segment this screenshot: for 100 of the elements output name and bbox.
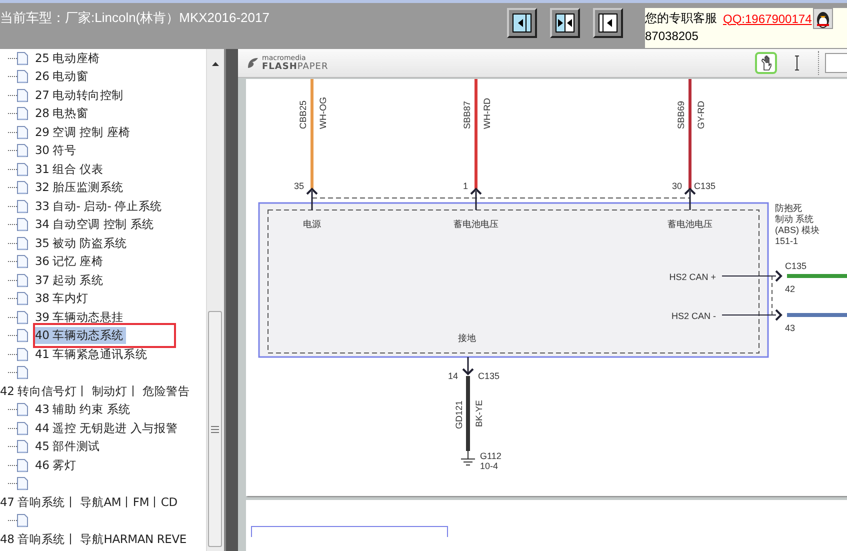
tree-item[interactable]: 33 自动- 启动- 停止系统	[35, 198, 164, 215]
connector-symbol	[462, 368, 474, 376]
view-button[interactable]	[593, 8, 623, 38]
tree-item[interactable]: 44 遥控 无钥匙进 入与报警	[35, 420, 180, 437]
ground-label: G112	[480, 451, 502, 461]
logo-mark-icon	[246, 56, 260, 70]
page-icon	[17, 200, 28, 213]
tree-item[interactable]: 32 胎压监测系统	[35, 179, 126, 196]
pin-label: 电源	[303, 219, 321, 229]
signal-label: HS2 CAN +	[669, 272, 716, 282]
pin-line	[475, 191, 477, 210]
module-name: 151-1	[775, 236, 798, 246]
page-icon	[17, 88, 28, 102]
page-icon	[17, 236, 28, 250]
pin-line	[689, 191, 691, 210]
page-icon	[17, 144, 28, 158]
tree-item[interactable]: 28 电热窗	[35, 105, 90, 122]
connector-symbol	[775, 270, 782, 282]
pin-line	[722, 314, 776, 316]
tree-item[interactable]: 42 转向信号灯丨 制动灯丨 危险警告	[0, 382, 192, 400]
module-name: 防抱死	[775, 203, 802, 213]
view-button[interactable]	[507, 8, 537, 38]
page-icon	[17, 70, 28, 84]
pin-number: 14	[448, 371, 458, 381]
page-icon	[17, 292, 28, 306]
page-icon	[17, 440, 28, 454]
pin-line	[467, 357, 469, 374]
connector-symbol	[470, 188, 482, 195]
ground-symbol	[460, 450, 476, 466]
tree-item[interactable]: 41 车辆紧急通讯系统	[35, 346, 150, 363]
hand-tool[interactable]	[755, 52, 777, 74]
connector-label: C135	[785, 261, 807, 271]
wire-color-label: WH-OG	[318, 97, 328, 129]
panel-layout-icon	[512, 13, 532, 33]
tree-item[interactable]: 39 车辆动态悬挂	[35, 308, 126, 326]
tree-item[interactable]: 43 辅助 约束 系统	[35, 401, 132, 418]
signal-label: HS2 CAN -	[671, 311, 716, 321]
tree-item[interactable]: 29 空调 控制 座椅	[35, 124, 132, 141]
penguin-icon[interactable]	[812, 8, 833, 29]
tree-item[interactable]: 40 车辆动态系统	[35, 327, 126, 344]
logo-wordmark: FLASHPAPER	[262, 63, 328, 72]
tree-item[interactable]: 34 自动空调 控制 系统	[35, 216, 156, 234]
tree-item[interactable]: 25 电动座椅	[35, 50, 102, 67]
tree-item[interactable]: 48 音响系统丨 导航HARMAN REVE	[0, 530, 188, 548]
connector-label: C135	[478, 371, 500, 381]
wire-color-label: WH-RD	[482, 98, 492, 129]
page-icon	[17, 52, 28, 65]
tree-item[interactable]: 47 音响系统丨 导航AM丨FM丨CD	[0, 494, 180, 511]
page-icon	[17, 218, 28, 232]
pin-number: 35	[294, 181, 304, 191]
tree-item[interactable]: 46 雾灯	[35, 456, 78, 474]
connector-symbol	[775, 309, 782, 321]
wire-color-label: GY-RD	[696, 100, 706, 129]
pin-number: 43	[785, 323, 796, 333]
support-number: 87038205	[645, 29, 700, 43]
pin-number: 1	[462, 181, 468, 191]
page-icon	[17, 458, 28, 472]
support-label: 您的专职客服	[645, 10, 717, 27]
page-icon	[17, 422, 28, 435]
connector-symbol	[306, 188, 318, 195]
panel-layout-icon	[598, 13, 618, 33]
grip-icon	[211, 426, 220, 432]
module-name: (ABS) 模块	[775, 225, 820, 235]
tree-item[interactable]: 27 电动转向控制	[35, 86, 126, 104]
connector-symbol	[684, 188, 696, 195]
pin-label: 蓄电池电压	[668, 219, 712, 229]
tree-item[interactable]: 30 符号	[35, 142, 78, 160]
vehicle-title: 当前车型：厂家:Lincoln(林肯）MKX2016-2017	[0, 9, 270, 27]
tree-item[interactable]: 31 组合 仪表	[35, 160, 106, 178]
page-icon	[17, 348, 28, 361]
tree-item[interactable]: 26 电动窗	[35, 68, 90, 86]
wire-color-label: BK-YE	[474, 400, 484, 427]
page-icon	[17, 255, 28, 268]
tree-item[interactable]: 38 车内灯	[35, 290, 90, 308]
pin-line	[311, 191, 313, 210]
tree-item[interactable]: 35 被动 防盗系统	[35, 234, 129, 252]
tree-item[interactable]: 36 记忆 座椅	[35, 253, 106, 270]
qq-link[interactable]: QQ:1967900174	[723, 12, 812, 26]
scrollbar-thumb[interactable]	[208, 311, 222, 547]
page-icon	[17, 403, 28, 416]
pin-label: 接地	[458, 333, 476, 343]
tree-item[interactable]: 45 部件测试	[35, 438, 102, 456]
pin-number: 42	[785, 284, 796, 294]
location-label: 10-4	[480, 461, 498, 471]
page-icon	[17, 310, 28, 324]
view-button[interactable]	[550, 8, 580, 38]
circuit-label: CBB25	[298, 100, 308, 129]
page-icon	[17, 162, 28, 176]
scrollbar[interactable]	[206, 49, 224, 551]
page-icon	[17, 274, 28, 287]
page-icon	[17, 107, 28, 120]
panel-layout-icon	[555, 13, 575, 33]
tree-item[interactable]: 37 起动 系统	[35, 272, 106, 289]
pin-number: 30	[672, 181, 682, 191]
zoom-field[interactable]	[825, 53, 847, 73]
circuit-label: GD121	[454, 400, 464, 429]
circuit-label: SBB87	[462, 100, 472, 129]
scroll-up-icon[interactable]	[212, 62, 220, 66]
connector-label: C135	[694, 181, 716, 191]
page-icon	[17, 329, 28, 342]
